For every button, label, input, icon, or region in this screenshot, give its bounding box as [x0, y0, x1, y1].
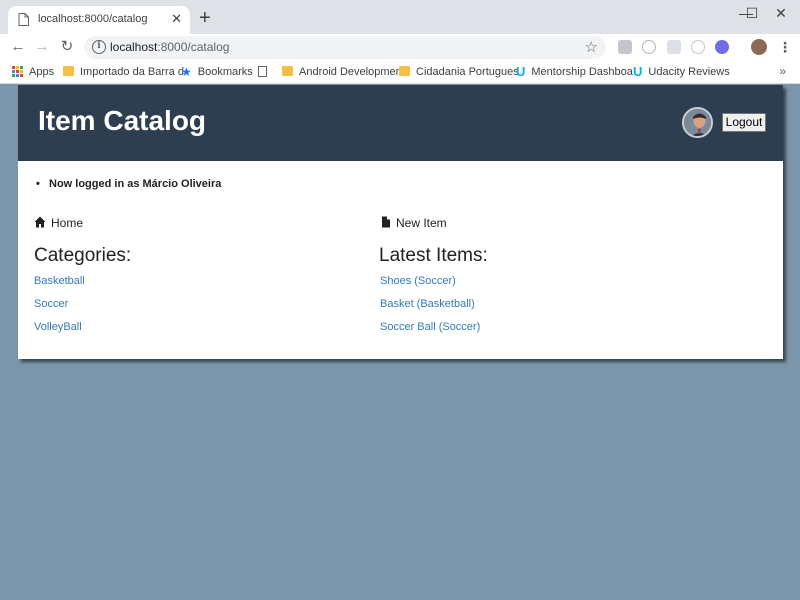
apps-grid-icon	[12, 65, 23, 77]
profile-avatar-icon[interactable]	[751, 39, 767, 55]
udacity-icon: U	[516, 64, 526, 80]
bookmark-bookmarks[interactable]: ★ Bookmarks	[181, 65, 253, 79]
category-link[interactable]: Soccer	[34, 298, 68, 310]
app-header: Item Catalog Logout	[18, 85, 783, 161]
latest-items-heading: Latest Items:	[379, 245, 488, 266]
home-label: Home	[51, 216, 84, 230]
extension-icon-5[interactable]	[715, 40, 729, 54]
folder-icon	[399, 66, 410, 77]
address-bar[interactable]: i localhost:8000/catalog ☆	[84, 36, 606, 59]
page-title: Item Catalog	[38, 105, 207, 136]
bookmarks-bar: Apps Importado da Barra d ★ Bookmarks And…	[0, 60, 800, 84]
close-window-icon[interactable]: ✕	[766, 4, 796, 22]
browser-tab-strip: localhost:8000/catalog ✕ + — ☐ ✕	[0, 0, 800, 34]
bookmark-importado[interactable]: Importado da Barra d	[63, 65, 184, 79]
logout-button[interactable]: Logout	[722, 113, 766, 132]
folder-icon	[282, 66, 293, 77]
tab-close-icon[interactable]: ✕	[171, 11, 182, 27]
bookmark-star-icon[interactable]: ☆	[585, 38, 598, 56]
udacity-icon: U	[633, 64, 643, 80]
new-item-label: New Item	[396, 216, 447, 230]
address-url[interactable]: localhost:8000/catalog	[110, 40, 229, 54]
category-link[interactable]: VolleyBall	[34, 321, 82, 333]
user-photo-icon	[684, 109, 711, 136]
new-tab-button[interactable]: +	[199, 8, 211, 28]
page-icon	[258, 65, 267, 77]
extension-icon-2[interactable]	[642, 40, 656, 54]
home-icon	[34, 216, 46, 228]
extension-icon-1[interactable]	[618, 40, 632, 54]
bookmark-mentorship[interactable]: U Mentorship Dashboa	[516, 65, 633, 79]
bookmark-android[interactable]: Android Developmen	[282, 65, 402, 79]
browser-tab[interactable]: localhost:8000/catalog ✕	[8, 6, 190, 34]
latest-item-link[interactable]: Shoes (Soccer)	[380, 275, 456, 287]
flash-message-text: Now logged in as Márcio Oliveira	[49, 178, 222, 190]
category-link[interactable]: Basketball	[34, 275, 85, 287]
file-icon	[382, 216, 390, 228]
latest-item-link[interactable]: Basket (Basketball)	[380, 298, 475, 310]
forward-arrow-icon[interactable]: →	[32, 36, 52, 58]
catalog-page: Item Catalog Logout Now logged in as Már…	[18, 85, 783, 359]
bookmark-page[interactable]	[258, 65, 273, 79]
reload-icon[interactable]: ↻	[57, 36, 77, 58]
latest-item-link[interactable]: Soccer Ball (Soccer)	[380, 321, 480, 333]
browser-toolbar: ← → ↻ i localhost:8000/catalog ☆ ⋮	[0, 34, 800, 60]
extension-icon-3[interactable]	[667, 40, 681, 54]
folder-icon	[63, 66, 74, 77]
user-avatar	[682, 107, 713, 138]
extension-icon-4[interactable]	[691, 40, 705, 54]
star-icon: ★	[181, 65, 192, 80]
page-favicon-icon	[18, 13, 29, 26]
browser-menu-icon[interactable]: ⋮	[778, 38, 792, 56]
bookmark-udacity-reviews[interactable]: U Udacity Reviews	[633, 65, 730, 79]
tab-title: localhost:8000/catalog	[38, 13, 148, 25]
bookmark-apps[interactable]: Apps	[12, 65, 54, 79]
maximize-icon[interactable]: ☐	[737, 4, 767, 22]
categories-heading: Categories:	[34, 245, 132, 266]
bookmarks-overflow-icon[interactable]: »	[779, 64, 786, 78]
back-arrow-icon[interactable]: ←	[8, 36, 28, 58]
site-info-icon[interactable]: i	[92, 40, 106, 54]
bookmark-cidadania[interactable]: Cidadania Portugues	[399, 65, 519, 79]
